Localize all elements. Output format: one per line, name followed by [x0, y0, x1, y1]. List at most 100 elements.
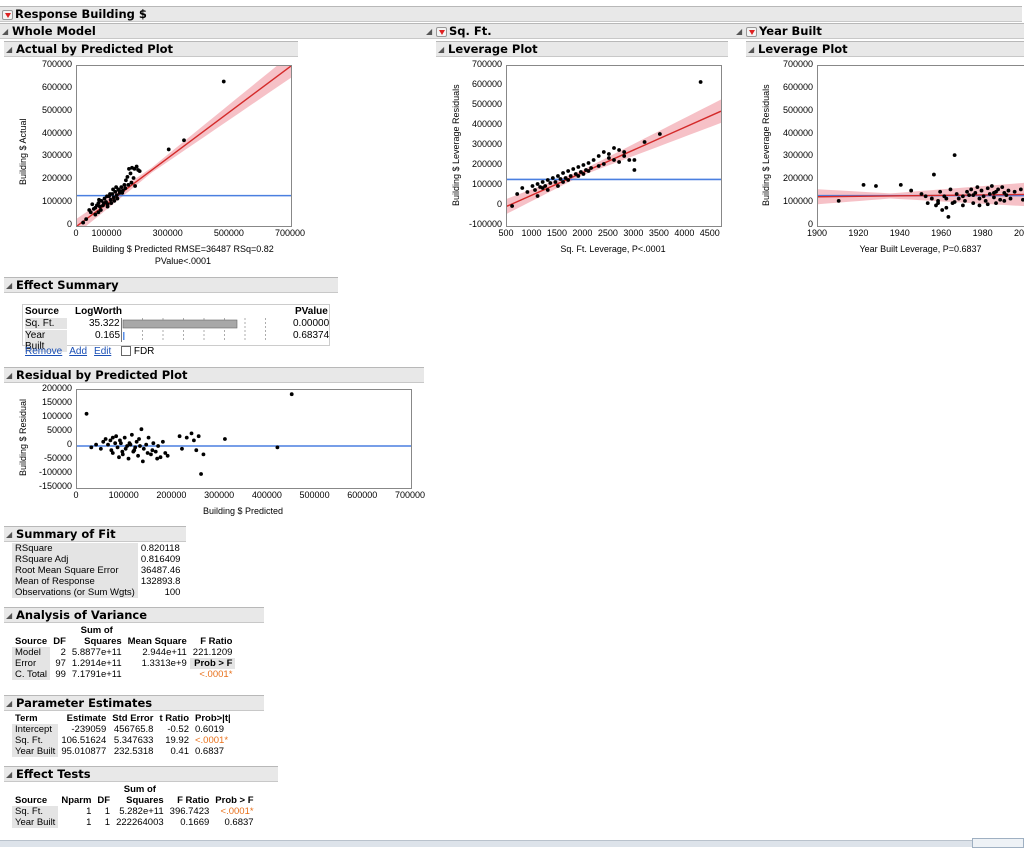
data-point: [961, 194, 965, 199]
y-tick-label: 500000: [41, 104, 72, 115]
data-point: [1018, 187, 1023, 192]
red-triangle-menu-icon[interactable]: [436, 26, 447, 37]
status-bar-icons[interactable]: [972, 838, 1024, 848]
y-axis-label: Building $ Leverage Residuals: [451, 84, 461, 206]
data-point: [979, 188, 984, 193]
disclosure-open-icon[interactable]: ◢: [6, 279, 16, 293]
data-point: [568, 174, 573, 178]
data-point: [150, 448, 155, 453]
whole-model-header[interactable]: ◢ Whole Model: [0, 23, 430, 39]
data-point: [117, 455, 121, 460]
data-point: [925, 201, 930, 206]
col-header: Term: [15, 713, 38, 724]
data-point: [137, 169, 142, 174]
data-point: [956, 196, 961, 201]
data-point: [144, 442, 149, 447]
y-tick-label: 600000: [471, 79, 502, 89]
data-point: [180, 446, 184, 451]
cell-value: 232.5318: [113, 746, 154, 757]
red-triangle-menu-icon[interactable]: [746, 26, 757, 37]
data-point: [156, 444, 161, 448]
data-point: [985, 186, 990, 191]
data-point: [946, 214, 951, 219]
data-point: [129, 180, 134, 185]
data-point: [965, 189, 969, 194]
actual-by-predicted-header[interactable]: ◢ Actual by Predicted Plot: [4, 41, 298, 57]
plot-frame[interactable]: [76, 65, 292, 227]
data-point: [140, 459, 145, 464]
data-point: [109, 201, 114, 206]
y-tick-label: 100000: [782, 196, 813, 207]
year-built-header[interactable]: ◢ Year Built: [734, 23, 1024, 39]
data-point: [146, 435, 151, 440]
data-point: [289, 392, 294, 397]
report-title[interactable]: Response Building $: [0, 6, 1022, 22]
summary-of-fit-header[interactable]: ◢ Summary of Fit: [4, 526, 186, 542]
x-axis-label: Year Built Leverage, P=0.6837: [859, 244, 982, 254]
fdr-label: FDR: [133, 346, 155, 357]
data-point: [131, 176, 136, 180]
data-point: [520, 186, 525, 190]
red-triangle-menu-icon[interactable]: [2, 9, 13, 20]
disclosure-open-icon[interactable]: ◢: [6, 768, 16, 782]
y-tick-label: 700000: [782, 59, 813, 69]
data-point: [929, 196, 934, 201]
data-point: [105, 204, 110, 209]
fdr-checkbox[interactable]: [121, 346, 132, 357]
data-point: [1008, 196, 1013, 201]
plot-frame[interactable]: [76, 389, 412, 489]
disclosure-open-icon[interactable]: ◢: [748, 43, 758, 57]
row-source[interactable]: Sq. Ft.: [25, 318, 67, 329]
sqft-header[interactable]: ◢ Sq. Ft.: [424, 23, 734, 39]
remove-link[interactable]: Remove: [25, 346, 62, 357]
data-point: [987, 192, 992, 196]
cell-value: 0.1669: [180, 817, 210, 828]
leverage-plot-sqft-header[interactable]: ◢ Leverage Plot: [436, 41, 728, 57]
col-header-pvalue: PValue: [295, 306, 328, 317]
data-point: [108, 192, 112, 196]
disclosure-open-icon[interactable]: ◢: [2, 25, 12, 39]
plot-frame[interactable]: [506, 65, 722, 227]
x-tick-label: 700000: [274, 228, 306, 238]
add-link[interactable]: Add: [69, 346, 87, 357]
x-tick-label: 1000: [521, 228, 542, 238]
disclosure-open-icon[interactable]: ◢: [6, 369, 16, 383]
y-tick-label: 100000: [41, 411, 72, 421]
disclosure-open-icon[interactable]: ◢: [6, 528, 16, 542]
col-header-logworth: LogWorth: [75, 306, 123, 317]
effect-summary-table: Source LogWorth PValue Sq. Ft. Year Buil…: [22, 304, 330, 352]
plot-frame[interactable]: [817, 65, 1024, 227]
disclosure-open-icon[interactable]: ◢: [438, 43, 448, 57]
effect-summary-header[interactable]: ◢ Effect Summary: [4, 277, 338, 293]
stat-value: 0.820118: [140, 543, 180, 554]
disclosure-open-icon[interactable]: ◢: [6, 43, 16, 57]
edit-link[interactable]: Edit: [94, 346, 111, 357]
disclosure-open-icon[interactable]: ◢: [736, 25, 746, 39]
x-tick-label: 2000: [572, 228, 593, 238]
data-point: [586, 169, 591, 173]
parameter-estimates-header[interactable]: ◢ Parameter Estimates: [4, 695, 264, 711]
disclosure-open-icon[interactable]: ◢: [426, 25, 436, 39]
y-tick-label: 300000: [471, 139, 502, 149]
residual-by-predicted-header[interactable]: ◢ Residual by Predicted Plot: [4, 367, 424, 383]
disclosure-open-icon[interactable]: ◢: [6, 697, 16, 711]
effect-tests-header[interactable]: ◢ Effect Tests: [4, 766, 278, 782]
anova-header[interactable]: ◢ Analysis of Variance: [4, 607, 264, 623]
x-axis-label: Building $ Predicted: [202, 506, 284, 516]
y-tick-label: 600000: [41, 81, 72, 92]
cell-value: <.0001*: [199, 669, 233, 680]
anova-table: Sum of Source DF Squares Mean Square F Ratio…: [12, 625, 236, 680]
data-point: [545, 188, 550, 192]
data-point: [607, 152, 611, 156]
disclosure-open-icon[interactable]: ◢: [6, 609, 16, 623]
leverage-plot-year-header[interactable]: ◢ Leverage Plot: [746, 41, 1024, 57]
logworth-bar: [123, 332, 125, 340]
parameter-estimates-title: Parameter Estimates: [16, 696, 153, 710]
col-header: Source: [15, 636, 48, 647]
data-point: [153, 449, 158, 454]
data-point: [96, 210, 101, 215]
y-tick-label: 0: [66, 439, 72, 449]
data-point: [932, 172, 936, 177]
y-axis-label: Building $ Actual: [18, 118, 28, 185]
data-point: [177, 434, 182, 439]
